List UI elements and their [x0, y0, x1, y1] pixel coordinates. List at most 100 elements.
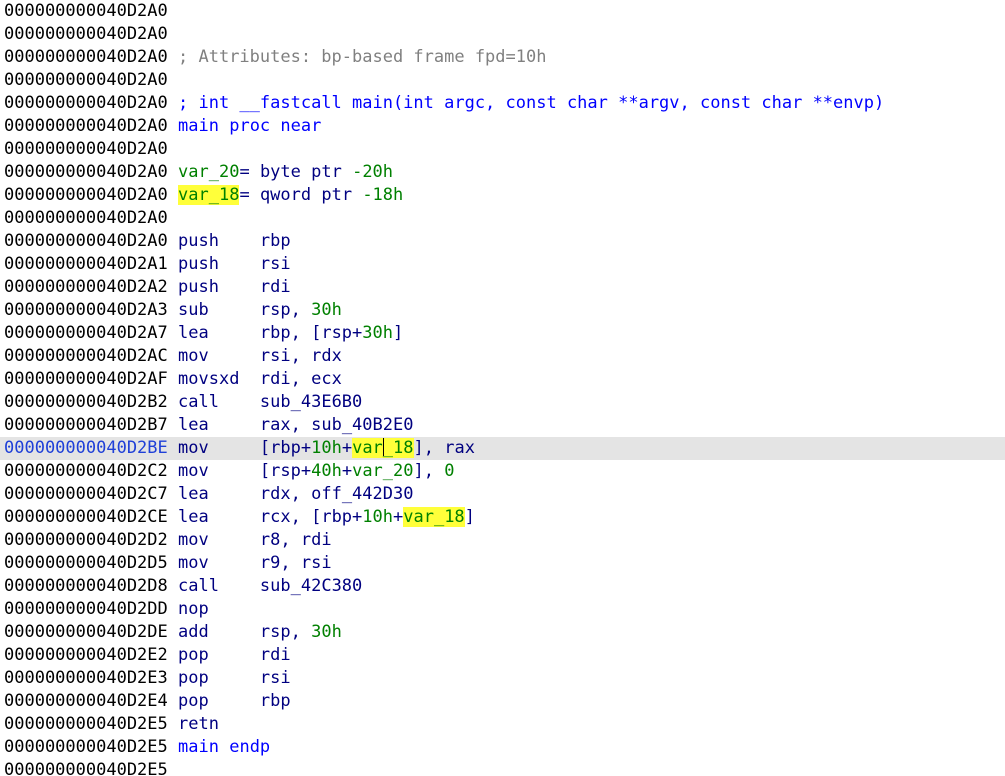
instruction-mnemonic[interactable]: push	[178, 231, 219, 251]
instruction-mnemonic[interactable]: add	[178, 622, 209, 642]
listing-line[interactable]: 000000000040D2A0 ; int __fastcall main(i…	[0, 92, 1005, 115]
symbol-reference[interactable]: sub_43E6B0	[260, 392, 362, 412]
address[interactable]: 000000000040D2AF	[4, 369, 168, 389]
stack-variable-name[interactable]: var_20	[178, 162, 239, 182]
address[interactable]: 000000000040D2A7	[4, 323, 168, 343]
address[interactable]: 000000000040D2DE	[4, 622, 168, 642]
address[interactable]: 000000000040D2A0	[4, 47, 168, 67]
listing-line[interactable]: 000000000040D2A3 sub rsp, 30h	[0, 299, 1005, 322]
instruction-mnemonic[interactable]: lea	[178, 507, 209, 527]
listing-line[interactable]: 000000000040D2A0 var_18= qword ptr -18h	[0, 184, 1005, 207]
instruction-mnemonic[interactable]: sub	[178, 300, 209, 320]
address[interactable]: 000000000040D2A0	[4, 116, 168, 136]
address[interactable]: 000000000040D2DD	[4, 599, 168, 619]
address[interactable]: 000000000040D2E4	[4, 691, 168, 711]
address[interactable]: 000000000040D2D5	[4, 553, 168, 573]
instruction-mnemonic[interactable]: lea	[178, 484, 209, 504]
instruction-mnemonic[interactable]: call	[178, 576, 219, 596]
disassembly-listing[interactable]: 000000000040D2A0 000000000040D2A0 00000000…	[0, 0, 1005, 776]
variable-reference[interactable]: var_20	[352, 461, 413, 481]
address[interactable]: 000000000040D2E3	[4, 668, 168, 688]
address[interactable]: 000000000040D2A0	[4, 139, 168, 159]
address[interactable]: 000000000040D2A0	[4, 208, 168, 228]
listing-line[interactable]: 000000000040D2E5 main endp	[0, 736, 1005, 759]
listing-line[interactable]: 000000000040D2A2 push rdi	[0, 276, 1005, 299]
instruction-mnemonic[interactable]: lea	[178, 415, 209, 435]
symbol-reference[interactable]: sub_40B2E0	[311, 415, 413, 435]
address[interactable]: 000000000040D2A0	[4, 231, 168, 251]
address[interactable]: 000000000040D2BE	[4, 438, 168, 458]
listing-line[interactable]: 000000000040D2AC mov rsi, rdx	[0, 345, 1005, 368]
address[interactable]: 000000000040D2A0	[4, 70, 168, 90]
highlighted-variable-reference[interactable]: var_18	[403, 507, 465, 527]
symbol-reference[interactable]: off_442D30	[311, 484, 413, 504]
instruction-mnemonic[interactable]: pop	[178, 645, 209, 665]
instruction-mnemonic[interactable]: pop	[178, 691, 209, 711]
instruction-mnemonic[interactable]: pop	[178, 668, 209, 688]
listing-line[interactable]: 000000000040D2A0 main proc near	[0, 115, 1005, 138]
listing-line[interactable]: 000000000040D2C7 lea rdx, off_442D30	[0, 483, 1005, 506]
listing-line[interactable]: 000000000040D2DE add rsp, 30h	[0, 621, 1005, 644]
address[interactable]: 000000000040D2D2	[4, 530, 168, 550]
function-name[interactable]: main	[178, 737, 219, 757]
instruction-mnemonic[interactable]: call	[178, 392, 219, 412]
address[interactable]: 000000000040D2CE	[4, 507, 168, 527]
listing-line[interactable]: 000000000040D2A0 push rbp	[0, 230, 1005, 253]
listing-line[interactable]: 000000000040D2E5 retn	[0, 713, 1005, 736]
listing-line[interactable]: 000000000040D2A0 ; Attributes: bp-based …	[0, 46, 1005, 69]
instruction-mnemonic[interactable]: mov	[178, 346, 209, 366]
address[interactable]: 000000000040D2A0	[4, 162, 168, 182]
listing-line[interactable]: 000000000040D2E2 pop rdi	[0, 644, 1005, 667]
address[interactable]: 000000000040D2B2	[4, 392, 168, 412]
address[interactable]: 000000000040D2C2	[4, 461, 168, 481]
address[interactable]: 000000000040D2E5	[4, 760, 168, 776]
address[interactable]: 000000000040D2A2	[4, 277, 168, 297]
instruction-mnemonic[interactable]: retn	[178, 714, 219, 734]
listing-line[interactable]: 000000000040D2B7 lea rax, sub_40B2E0	[0, 414, 1005, 437]
listing-line[interactable]: 000000000040D2A0	[0, 138, 1005, 161]
current-listing-line[interactable]: 000000000040D2BE mov [rbp+10h+var_18], r…	[0, 437, 1005, 460]
address[interactable]: 000000000040D2A0	[4, 185, 168, 205]
instruction-mnemonic[interactable]: lea	[178, 323, 209, 343]
listing-line[interactable]: 000000000040D2B2 call sub_43E6B0	[0, 391, 1005, 414]
listing-line[interactable]: 000000000040D2E3 pop rsi	[0, 667, 1005, 690]
listing-line[interactable]: 000000000040D2A1 push rsi	[0, 253, 1005, 276]
stack-variable-name[interactable]: var_18	[178, 185, 240, 205]
listing-line[interactable]: 000000000040D2A0	[0, 207, 1005, 230]
address[interactable]: 000000000040D2A3	[4, 300, 168, 320]
instruction-mnemonic[interactable]: push	[178, 277, 219, 297]
listing-line[interactable]: 000000000040D2AF movsxd rdi, ecx	[0, 368, 1005, 391]
address[interactable]: 000000000040D2E5	[4, 714, 168, 734]
listing-line[interactable]: 000000000040D2CE lea rcx, [rbp+10h+var_1…	[0, 506, 1005, 529]
listing-line[interactable]: 000000000040D2A0	[0, 0, 1005, 23]
listing-line[interactable]: 000000000040D2D5 mov r9, rsi	[0, 552, 1005, 575]
address[interactable]: 000000000040D2A0	[4, 1, 168, 21]
address[interactable]: 000000000040D2A0	[4, 93, 168, 113]
listing-line[interactable]: 000000000040D2D8 call sub_42C380	[0, 575, 1005, 598]
instruction-mnemonic[interactable]: push	[178, 254, 219, 274]
listing-line[interactable]: 000000000040D2E5	[0, 759, 1005, 776]
address[interactable]: 000000000040D2B7	[4, 415, 168, 435]
address[interactable]: 000000000040D2E2	[4, 645, 168, 665]
address[interactable]: 000000000040D2A1	[4, 254, 168, 274]
function-name[interactable]: main	[178, 116, 219, 136]
instruction-mnemonic[interactable]: mov	[178, 438, 209, 458]
listing-line[interactable]: 000000000040D2A0 var_20= byte ptr -20h	[0, 161, 1005, 184]
listing-line[interactable]: 000000000040D2A7 lea rbp, [rsp+30h]	[0, 322, 1005, 345]
address[interactable]: 000000000040D2AC	[4, 346, 168, 366]
address[interactable]: 000000000040D2D8	[4, 576, 168, 596]
listing-line[interactable]: 000000000040D2D2 mov r8, rdi	[0, 529, 1005, 552]
address[interactable]: 000000000040D2C7	[4, 484, 168, 504]
instruction-mnemonic[interactable]: mov	[178, 553, 209, 573]
instruction-mnemonic[interactable]: nop	[178, 599, 209, 619]
instruction-mnemonic[interactable]: mov	[178, 530, 209, 550]
instruction-mnemonic[interactable]: movsxd	[178, 369, 239, 389]
listing-line[interactable]: 000000000040D2C2 mov [rsp+40h+var_20], 0	[0, 460, 1005, 483]
highlighted-variable-reference[interactable]: var_18	[352, 438, 414, 458]
listing-line[interactable]: 000000000040D2A0	[0, 69, 1005, 92]
address[interactable]: 000000000040D2E5	[4, 737, 168, 757]
address[interactable]: 000000000040D2A0	[4, 24, 168, 44]
listing-line[interactable]: 000000000040D2A0	[0, 23, 1005, 46]
listing-line[interactable]: 000000000040D2DD nop	[0, 598, 1005, 621]
listing-line[interactable]: 000000000040D2E4 pop rbp	[0, 690, 1005, 713]
